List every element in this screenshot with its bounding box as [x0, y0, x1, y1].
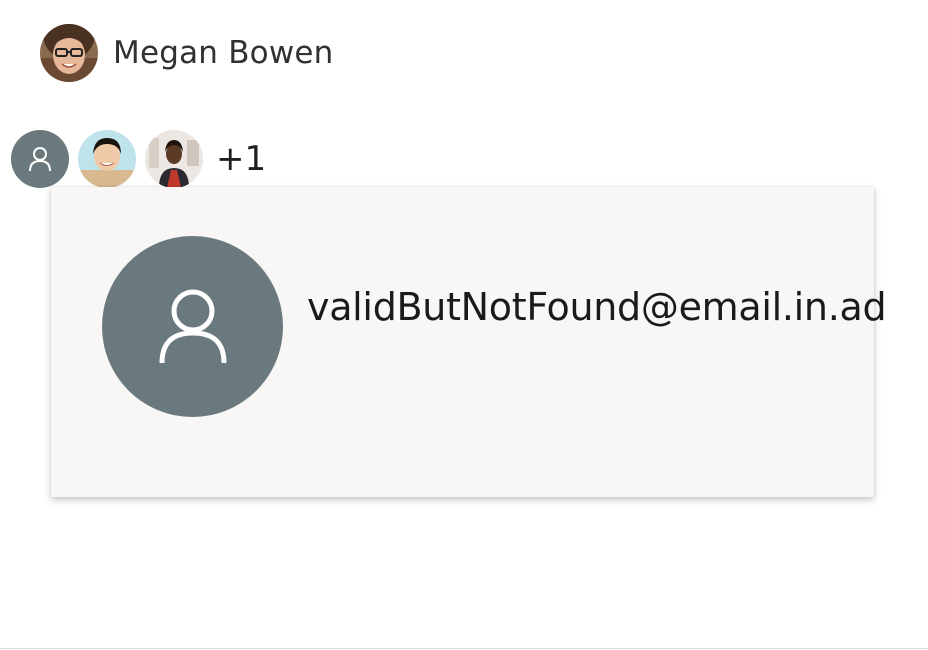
person-icon — [29, 147, 51, 172]
person-photo-1-icon — [78, 130, 136, 188]
divider — [0, 648, 928, 649]
facepile: +1 — [11, 130, 266, 188]
person-name: Megan Bowen — [113, 35, 334, 71]
facepile-avatar-photo-1[interactable] — [78, 130, 136, 188]
facepile-avatar-generic[interactable] — [11, 130, 69, 188]
person-icon — [159, 289, 226, 363]
person-photo-2-icon — [145, 130, 203, 188]
avatar — [40, 24, 98, 82]
megan-bowen-photo-icon — [40, 24, 98, 82]
person-megan-bowen[interactable]: Megan Bowen — [40, 24, 334, 82]
overflow-count-button[interactable]: +1 — [216, 139, 266, 179]
facepile-avatar-photo-2[interactable] — [145, 130, 203, 188]
page: Megan Bowen +1 validButNotFound@email.in… — [0, 0, 928, 650]
person-card: validButNotFound@email.in.ad — [51, 187, 887, 497]
card-avatar — [102, 236, 283, 417]
card-email: validButNotFound@email.in.ad — [307, 285, 887, 329]
